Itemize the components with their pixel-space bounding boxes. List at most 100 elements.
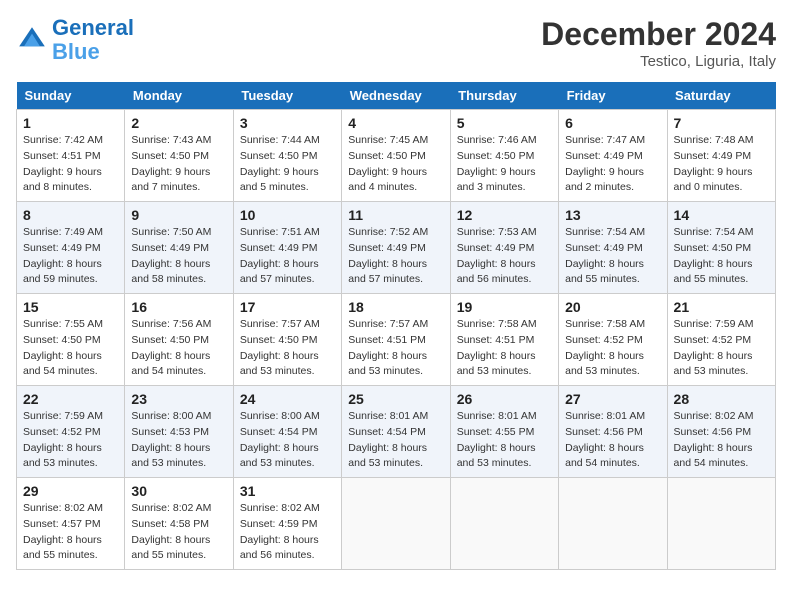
day-info: Sunrise: 8:02 AM Sunset: 4:59 PM Dayligh… [240,501,335,564]
calendar-cell: 15 Sunrise: 7:55 AM Sunset: 4:50 PM Dayli… [17,294,125,386]
day-info: Sunrise: 8:02 AM Sunset: 4:57 PM Dayligh… [23,501,118,564]
day-info: Sunrise: 7:42 AM Sunset: 4:51 PM Dayligh… [23,133,118,196]
day-number: 7 [674,115,769,131]
weekday-header-thursday: Thursday [450,82,558,110]
day-number: 24 [240,391,335,407]
day-info: Sunrise: 7:47 AM Sunset: 4:49 PM Dayligh… [565,133,660,196]
day-number: 8 [23,207,118,223]
day-info: Sunrise: 7:57 AM Sunset: 4:51 PM Dayligh… [348,317,443,380]
calendar-cell: 10 Sunrise: 7:51 AM Sunset: 4:49 PM Dayli… [233,202,341,294]
calendar-cell: 4 Sunrise: 7:45 AM Sunset: 4:50 PM Daylig… [342,110,450,202]
day-info: Sunrise: 8:01 AM Sunset: 4:54 PM Dayligh… [348,409,443,472]
weekday-header-sunday: Sunday [17,82,125,110]
day-info: Sunrise: 8:02 AM Sunset: 4:58 PM Dayligh… [131,501,226,564]
calendar-week-3: 15 Sunrise: 7:55 AM Sunset: 4:50 PM Dayli… [17,294,776,386]
calendar-cell: 13 Sunrise: 7:54 AM Sunset: 4:49 PM Dayli… [559,202,667,294]
day-number: 10 [240,207,335,223]
day-info: Sunrise: 7:54 AM Sunset: 4:49 PM Dayligh… [565,225,660,288]
day-info: Sunrise: 7:52 AM Sunset: 4:49 PM Dayligh… [348,225,443,288]
day-number: 31 [240,483,335,499]
day-number: 4 [348,115,443,131]
day-info: Sunrise: 7:58 AM Sunset: 4:51 PM Dayligh… [457,317,552,380]
day-number: 2 [131,115,226,131]
weekday-header-wednesday: Wednesday [342,82,450,110]
day-number: 6 [565,115,660,131]
weekday-header-monday: Monday [125,82,233,110]
calendar-cell: 18 Sunrise: 7:57 AM Sunset: 4:51 PM Dayli… [342,294,450,386]
day-info: Sunrise: 7:46 AM Sunset: 4:50 PM Dayligh… [457,133,552,196]
day-info: Sunrise: 7:58 AM Sunset: 4:52 PM Dayligh… [565,317,660,380]
calendar-cell: 27 Sunrise: 8:01 AM Sunset: 4:56 PM Dayli… [559,386,667,478]
day-number: 11 [348,207,443,223]
day-info: Sunrise: 7:49 AM Sunset: 4:49 PM Dayligh… [23,225,118,288]
day-number: 22 [23,391,118,407]
calendar-table: SundayMondayTuesdayWednesdayThursdayFrid… [16,82,776,570]
day-info: Sunrise: 7:57 AM Sunset: 4:50 PM Dayligh… [240,317,335,380]
weekday-header-tuesday: Tuesday [233,82,341,110]
day-number: 12 [457,207,552,223]
calendar-cell: 29Sunrise: 8:02 AM Sunset: 4:57 PM Dayli… [17,478,125,570]
calendar-cell: 21 Sunrise: 7:59 AM Sunset: 4:52 PM Dayli… [667,294,775,386]
page-header: General Blue December 2024 Testico, Ligu… [16,16,776,70]
day-number: 27 [565,391,660,407]
day-number: 13 [565,207,660,223]
weekday-header-row: SundayMondayTuesdayWednesdayThursdayFrid… [17,82,776,110]
calendar-cell: 8 Sunrise: 7:49 AM Sunset: 4:49 PM Daylig… [17,202,125,294]
calendar-cell: 3Sunrise: 7:44 AM Sunset: 4:50 PM Daylig… [233,110,341,202]
logo: General Blue [16,16,134,64]
day-info: Sunrise: 7:54 AM Sunset: 4:50 PM Dayligh… [674,225,769,288]
calendar-cell: 12Sunrise: 7:53 AM Sunset: 4:49 PM Dayli… [450,202,558,294]
day-number: 23 [131,391,226,407]
day-info: Sunrise: 8:00 AM Sunset: 4:53 PM Dayligh… [131,409,226,472]
day-number: 14 [674,207,769,223]
day-info: Sunrise: 7:44 AM Sunset: 4:50 PM Dayligh… [240,133,335,196]
calendar-cell: 2Sunrise: 7:43 AM Sunset: 4:50 PM Daylig… [125,110,233,202]
weekday-header-friday: Friday [559,82,667,110]
title-section: December 2024 Testico, Liguria, Italy [541,16,776,70]
calendar-cell: 5 Sunrise: 7:46 AM Sunset: 4:50 PM Daylig… [450,110,558,202]
calendar-cell: 22 Sunrise: 7:59 AM Sunset: 4:52 PM Dayli… [17,386,125,478]
calendar-cell [342,478,450,570]
calendar-week-4: 22 Sunrise: 7:59 AM Sunset: 4:52 PM Dayli… [17,386,776,478]
day-number: 21 [674,299,769,315]
calendar-cell: 11 Sunrise: 7:52 AM Sunset: 4:49 PM Dayli… [342,202,450,294]
day-number: 18 [348,299,443,315]
calendar-cell: 26Sunrise: 8:01 AM Sunset: 4:55 PM Dayli… [450,386,558,478]
calendar-cell: 31 Sunrise: 8:02 AM Sunset: 4:59 PM Dayli… [233,478,341,570]
calendar-cell: 7 Sunrise: 7:48 AM Sunset: 4:49 PM Daylig… [667,110,775,202]
calendar-week-2: 8 Sunrise: 7:49 AM Sunset: 4:49 PM Daylig… [17,202,776,294]
calendar-cell [559,478,667,570]
day-number: 30 [131,483,226,499]
calendar-week-5: 29Sunrise: 8:02 AM Sunset: 4:57 PM Dayli… [17,478,776,570]
month-title: December 2024 [541,16,776,53]
calendar-cell: 30 Sunrise: 8:02 AM Sunset: 4:58 PM Dayli… [125,478,233,570]
day-info: Sunrise: 7:51 AM Sunset: 4:49 PM Dayligh… [240,225,335,288]
day-info: Sunrise: 7:48 AM Sunset: 4:49 PM Dayligh… [674,133,769,196]
calendar-cell: 24 Sunrise: 8:00 AM Sunset: 4:54 PM Dayli… [233,386,341,478]
calendar-cell: 28Sunrise: 8:02 AM Sunset: 4:56 PM Dayli… [667,386,775,478]
day-info: Sunrise: 7:59 AM Sunset: 4:52 PM Dayligh… [23,409,118,472]
day-number: 25 [348,391,443,407]
day-info: Sunrise: 8:02 AM Sunset: 4:56 PM Dayligh… [674,409,769,472]
calendar-cell: 16 Sunrise: 7:56 AM Sunset: 4:50 PM Dayli… [125,294,233,386]
calendar-week-1: 1 Sunrise: 7:42 AM Sunset: 4:51 PM Daylig… [17,110,776,202]
day-number: 1 [23,115,118,131]
day-number: 17 [240,299,335,315]
day-info: Sunrise: 7:59 AM Sunset: 4:52 PM Dayligh… [674,317,769,380]
calendar-cell [450,478,558,570]
day-info: Sunrise: 8:01 AM Sunset: 4:56 PM Dayligh… [565,409,660,472]
day-info: Sunrise: 8:00 AM Sunset: 4:54 PM Dayligh… [240,409,335,472]
location: Testico, Liguria, Italy [541,53,776,70]
day-info: Sunrise: 7:55 AM Sunset: 4:50 PM Dayligh… [23,317,118,380]
calendar-cell: 1 Sunrise: 7:42 AM Sunset: 4:51 PM Daylig… [17,110,125,202]
day-number: 15 [23,299,118,315]
logo-text: General Blue [52,16,134,64]
day-number: 9 [131,207,226,223]
day-number: 5 [457,115,552,131]
day-info: Sunrise: 7:56 AM Sunset: 4:50 PM Dayligh… [131,317,226,380]
calendar-cell: 14 Sunrise: 7:54 AM Sunset: 4:50 PM Dayli… [667,202,775,294]
calendar-cell: 23 Sunrise: 8:00 AM Sunset: 4:53 PM Dayli… [125,386,233,478]
day-info: Sunrise: 7:45 AM Sunset: 4:50 PM Dayligh… [348,133,443,196]
calendar-cell [667,478,775,570]
day-number: 16 [131,299,226,315]
